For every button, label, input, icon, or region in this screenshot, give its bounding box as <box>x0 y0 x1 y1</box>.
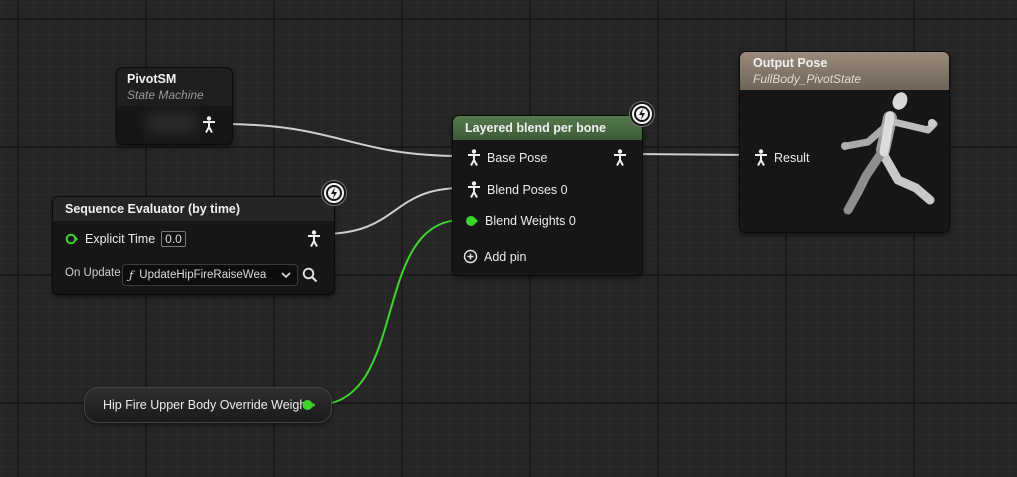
wire-weight-to-blend-weights <box>315 219 463 406</box>
search-icon[interactable] <box>302 267 318 283</box>
node-title: PivotSM <box>127 72 177 86</box>
on-update-label: On Update <box>65 267 121 279</box>
wire-base-pose-to-result <box>629 153 753 156</box>
on-update-row: On Update <box>65 267 121 279</box>
plus-circle-icon <box>463 249 478 264</box>
node-layered-blend-per-bone[interactable]: Layered blend per bone Base Pose Blend P… <box>452 115 643 276</box>
add-pin-label: Add pin <box>484 249 527 264</box>
node-title: Sequence Evaluator (by time) <box>65 202 241 216</box>
base-pose-pin-row[interactable]: Base Pose <box>467 149 547 166</box>
variable-row: Hip Fire Upper Body Override Weight <box>103 398 310 412</box>
output-pose-pin-icon[interactable] <box>202 116 216 138</box>
node-sequence-evaluator[interactable]: Sequence Evaluator (by time) Explicit Ti… <box>52 196 335 295</box>
blend-poses-label: Blend Poses 0 <box>487 182 568 197</box>
node-header: Sequence Evaluator (by time) <box>53 197 334 221</box>
chevron-down-icon <box>281 272 291 279</box>
blurred-preview <box>147 112 197 134</box>
node-header: Output Pose FullBody_PivotState <box>740 52 949 90</box>
fast-path-lightning-icon <box>630 102 654 126</box>
blend-weights-pin-row[interactable]: Blend Weights 0 <box>465 214 576 228</box>
node-title: Layered blend per bone <box>465 121 607 135</box>
function-icon: ƒ <box>129 268 134 282</box>
on-update-function-name: UpdateHipFireRaiseWea <box>139 269 267 281</box>
running-mannequin-icon <box>841 92 938 215</box>
node-output-pose[interactable]: Output Pose FullBody_PivotState Result <box>739 51 950 233</box>
result-pin-row[interactable]: Result <box>754 149 809 166</box>
explicit-time-label: Explicit Time <box>85 232 156 246</box>
float-pin-hollow-icon[interactable] <box>65 233 79 245</box>
node-hip-fire-override-weight[interactable]: Hip Fire Upper Body Override Weight <box>84 387 332 423</box>
on-update-function-dropdown[interactable]: ƒ UpdateHipFireRaiseWea <box>122 264 298 286</box>
pose-pin-icon[interactable] <box>754 149 768 166</box>
result-label: Result <box>774 150 810 165</box>
output-pose-pin-icon[interactable] <box>613 149 627 171</box>
wire-pivotsm-to-base-pose <box>221 123 463 157</box>
output-pose-pin-icon[interactable] <box>307 230 321 252</box>
base-pose-label: Base Pose <box>487 150 548 165</box>
blend-weights-label: Blend Weights 0 <box>485 214 576 228</box>
pose-pin-icon[interactable] <box>467 181 481 198</box>
node-title: Output Pose <box>753 56 828 70</box>
float-pin-filled-icon[interactable] <box>465 215 479 227</box>
variable-label: Hip Fire Upper Body Override Weight <box>103 398 310 412</box>
explicit-time-value-field[interactable]: 0.0 <box>161 231 186 247</box>
node-pivot-state-machine[interactable]: PivotSM State Machine <box>116 67 233 145</box>
fast-path-lightning-icon <box>322 181 346 205</box>
explicit-time-pin-row[interactable]: Explicit Time 0.0 <box>65 231 186 247</box>
add-pin-button[interactable]: Add pin <box>463 249 526 264</box>
blend-poses-pin-row[interactable]: Blend Poses 0 <box>467 181 568 198</box>
node-header: PivotSM State Machine <box>117 68 232 106</box>
node-header: Layered blend per bone <box>453 116 642 140</box>
node-subtitle: FullBody_PivotState <box>753 72 862 86</box>
node-subtitle: State Machine <box>127 88 204 102</box>
float-pin-filled-icon[interactable] <box>301 399 317 411</box>
pose-pin-icon[interactable] <box>467 149 481 166</box>
